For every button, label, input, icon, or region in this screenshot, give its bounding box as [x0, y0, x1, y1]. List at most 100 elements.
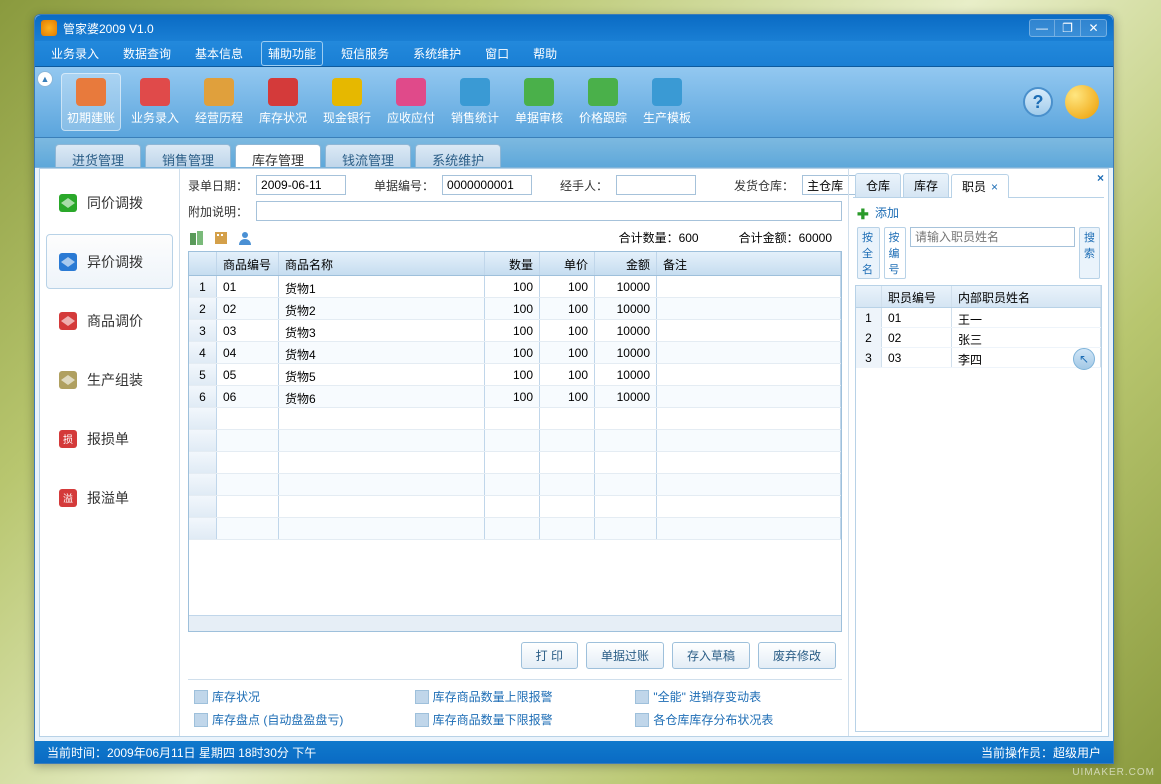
grid-header[interactable]: 数量 — [485, 252, 540, 275]
quick-link[interactable]: 库存状况 — [194, 688, 395, 705]
toolbtn-库存状况[interactable]: 库存状况 — [253, 73, 313, 131]
building2-icon[interactable] — [212, 229, 230, 247]
scroll-up-icon[interactable]: ↖ — [1073, 348, 1095, 370]
table-row-empty[interactable] — [189, 430, 841, 452]
toolbtn-业务录入[interactable]: 业务录入 — [125, 73, 185, 131]
nav-生产组装[interactable]: 生产组装 — [46, 352, 173, 407]
minimize-button[interactable]: — — [1029, 19, 1055, 37]
menu-系统维护[interactable]: 系统维护 — [407, 42, 467, 65]
svg-text:溢: 溢 — [63, 492, 73, 505]
table-row[interactable]: 101货物110010010000 — [189, 276, 841, 298]
side-tab-职员[interactable]: 职员× — [951, 174, 1009, 198]
discard-button[interactable]: 废弃修改 — [758, 642, 836, 669]
tab-close-icon[interactable]: × — [991, 180, 998, 194]
post-button[interactable]: 单据过账 — [586, 642, 664, 669]
side-tab-库存[interactable]: 库存 — [903, 173, 949, 197]
toolbtn-销售统计[interactable]: 销售统计 — [445, 73, 505, 131]
titlebar[interactable]: 管家婆2009 V1.0 — ❐ ✕ — [35, 15, 1113, 41]
tab-钱流管理[interactable]: 钱流管理 — [325, 144, 411, 167]
tab-销售管理[interactable]: 销售管理 — [145, 144, 231, 167]
table-row-empty[interactable] — [189, 518, 841, 540]
menu-数据查询[interactable]: 数据查询 — [117, 42, 177, 65]
note-input[interactable] — [256, 201, 842, 221]
emp-grid-header[interactable]: 职员编号 — [882, 286, 952, 307]
menu-帮助[interactable]: 帮助 — [527, 42, 563, 65]
collapse-toggle[interactable]: ▲ — [35, 67, 55, 137]
nav-异价调拨[interactable]: 异价调拨 — [46, 234, 173, 289]
building1-icon[interactable] — [188, 229, 206, 247]
grid-header[interactable]: 商品名称 — [279, 252, 485, 275]
nav-报溢单[interactable]: 溢报溢单 — [46, 470, 173, 525]
quick-link[interactable]: "全能" 进销存变动表 — [635, 688, 836, 705]
nav-商品调价[interactable]: 商品调价 — [46, 293, 173, 348]
person-icon[interactable] — [236, 229, 254, 247]
quick-link[interactable]: 库存商品数量下限报警 — [415, 711, 616, 728]
emp-row[interactable]: 101王一 — [856, 308, 1101, 328]
grid-header[interactable]: 金额 — [595, 252, 657, 275]
table-row[interactable]: 303货物310010010000 — [189, 320, 841, 342]
help-icon[interactable]: ? — [1023, 87, 1053, 117]
filter-all-button[interactable]: 按全名 — [857, 227, 880, 279]
handler-input[interactable] — [616, 175, 696, 195]
table-row[interactable]: 505货物510010010000 — [189, 364, 841, 386]
grid-header[interactable] — [189, 252, 217, 275]
emp-row[interactable]: 202张三 — [856, 328, 1101, 348]
table-row[interactable]: 606货物610010010000 — [189, 386, 841, 408]
tab-系统维护[interactable]: 系统维护 — [415, 144, 501, 167]
menu-业务录入[interactable]: 业务录入 — [45, 42, 105, 65]
table-row[interactable]: 202货物210010010000 — [189, 298, 841, 320]
grid-header[interactable]: 单价 — [540, 252, 595, 275]
tab-进货管理[interactable]: 进货管理 — [55, 144, 141, 167]
orb-icon[interactable] — [1065, 85, 1099, 119]
emp-grid-header[interactable] — [856, 286, 882, 307]
grid-header[interactable]: 备注 — [657, 252, 841, 275]
toolbtn-单据审核[interactable]: 单据审核 — [509, 73, 569, 131]
print-button[interactable]: 打 印 — [521, 642, 578, 669]
search-button[interactable]: 搜索 — [1079, 227, 1100, 279]
table-row[interactable]: 404货物410010010000 — [189, 342, 841, 364]
employee-search-input[interactable] — [910, 227, 1075, 247]
table-row-empty[interactable] — [189, 496, 841, 518]
panel-close-icon[interactable]: × — [1097, 171, 1104, 185]
grid-hscroll[interactable] — [189, 615, 841, 631]
menu-基本信息[interactable]: 基本信息 — [189, 42, 249, 65]
emp-row[interactable]: 303李四 — [856, 348, 1101, 368]
table-row-empty[interactable] — [189, 452, 841, 474]
menu-短信服务[interactable]: 短信服务 — [335, 42, 395, 65]
table-row-empty[interactable] — [189, 474, 841, 496]
menu-窗口[interactable]: 窗口 — [479, 42, 515, 65]
docno-input[interactable] — [442, 175, 532, 195]
draft-button[interactable]: 存入草稿 — [672, 642, 750, 669]
quick-link[interactable]: 各仓库库存分布状况表 — [635, 711, 836, 728]
app-window: 管家婆2009 V1.0 — ❐ ✕ 业务录入数据查询基本信息辅助功能短信服务系… — [34, 14, 1114, 764]
add-label[interactable]: 添加 — [875, 204, 899, 221]
emp-grid-header[interactable]: 内部职员姓名 — [952, 286, 1101, 307]
status-user: 超级用户 — [1053, 744, 1101, 761]
quick-link[interactable]: 库存商品数量上限报警 — [415, 688, 616, 705]
toolbtn-现金银行[interactable]: 现金银行 — [317, 73, 377, 131]
add-icon[interactable]: ✚ — [857, 206, 871, 220]
table-row-empty[interactable] — [189, 408, 841, 430]
filter-code-button[interactable]: 按编号 — [884, 227, 907, 279]
note-label: 附加说明： — [188, 203, 248, 220]
toolbtn-生产模板[interactable]: 生产模板 — [637, 73, 697, 131]
product-grid[interactable]: 商品编号商品名称数量单价金额备注 101货物110010010000202货物2… — [188, 251, 842, 632]
maximize-button[interactable]: ❐ — [1055, 19, 1081, 37]
tab-库存管理[interactable]: 库存管理 — [235, 144, 321, 167]
employee-grid[interactable]: 职员编号内部职员姓名 101王一202张三303李四↖ — [855, 285, 1102, 732]
toolbtn-经营历程[interactable]: 经营历程 — [189, 73, 249, 131]
toolbtn-初期建账[interactable]: 初期建账 — [61, 73, 121, 131]
toolbtn-应收应付[interactable]: 应收应付 — [381, 73, 441, 131]
link-icon — [415, 713, 429, 727]
module-tabs: 进货管理销售管理库存管理钱流管理系统维护 — [35, 138, 1113, 168]
menu-辅助功能[interactable]: 辅助功能 — [261, 41, 323, 66]
nav-报损单[interactable]: 损报损单 — [46, 411, 173, 466]
close-button[interactable]: ✕ — [1081, 19, 1107, 37]
side-tab-仓库[interactable]: 仓库 — [855, 173, 901, 197]
toolbtn-价格跟踪[interactable]: 价格跟踪 — [573, 73, 633, 131]
quick-link[interactable]: 库存盘点 (自动盘盈盘亏) — [194, 711, 395, 728]
grid-header[interactable]: 商品编号 — [217, 252, 279, 275]
date-input[interactable] — [256, 175, 346, 195]
nav-同价调拨[interactable]: 同价调拨 — [46, 175, 173, 230]
handler-label: 经手人： — [560, 177, 608, 194]
